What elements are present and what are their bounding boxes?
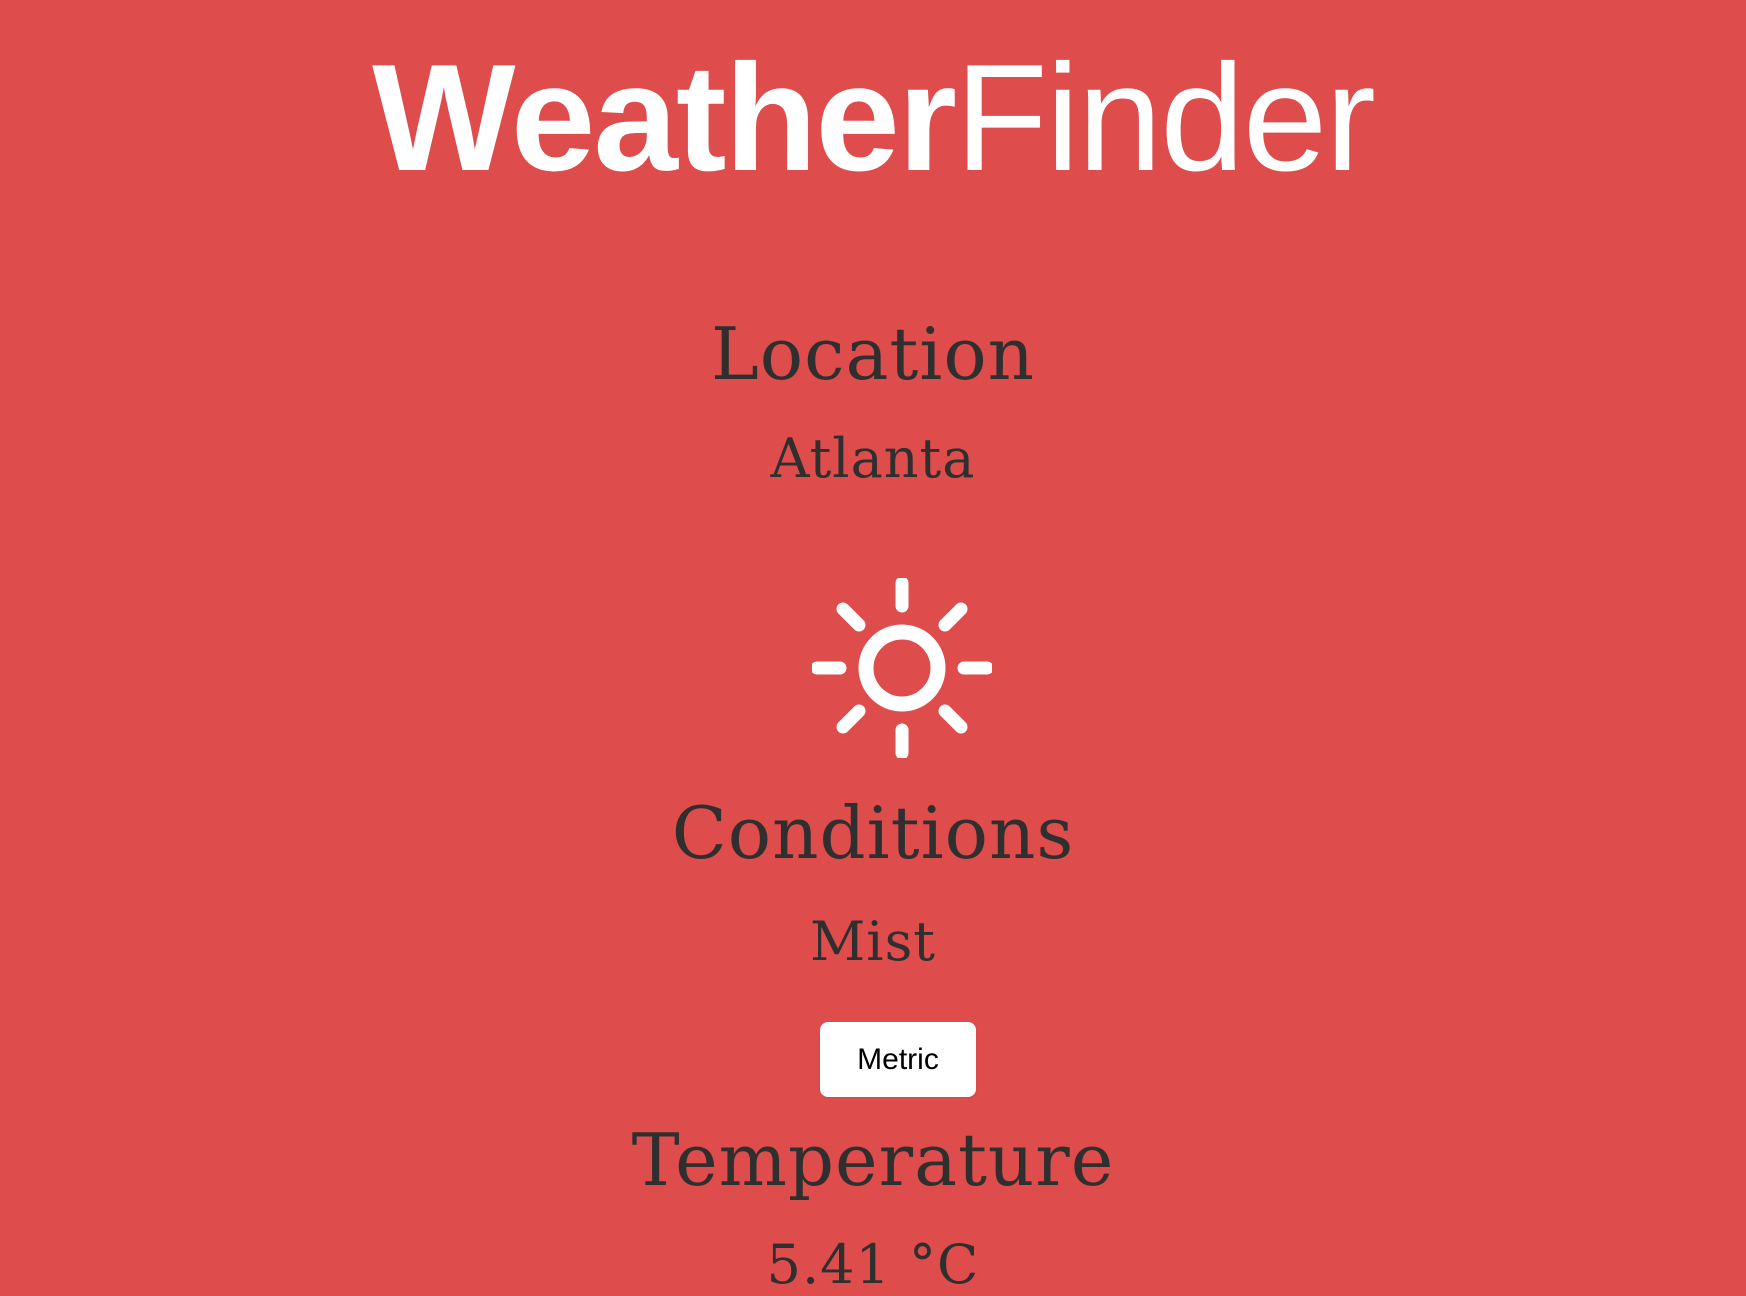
location-label: Location bbox=[710, 312, 1036, 396]
conditions-value: Mist bbox=[810, 910, 936, 973]
app-title-bold: Weather bbox=[372, 33, 957, 203]
location-value: Atlanta bbox=[770, 427, 976, 490]
temperature-value: 5.41 °C bbox=[766, 1233, 980, 1296]
conditions-label: Conditions bbox=[671, 791, 1075, 875]
sun-icon bbox=[812, 578, 992, 758]
metric-toggle-button[interactable]: Metric bbox=[820, 1022, 976, 1097]
app-title-light: Finder bbox=[955, 33, 1376, 203]
app-title: WeatherFinder bbox=[0, 42, 1746, 194]
weather-finder-page: WeatherFinder Location Atlanta Condition… bbox=[0, 0, 1746, 1292]
temperature-label: Temperature bbox=[631, 1118, 1115, 1202]
